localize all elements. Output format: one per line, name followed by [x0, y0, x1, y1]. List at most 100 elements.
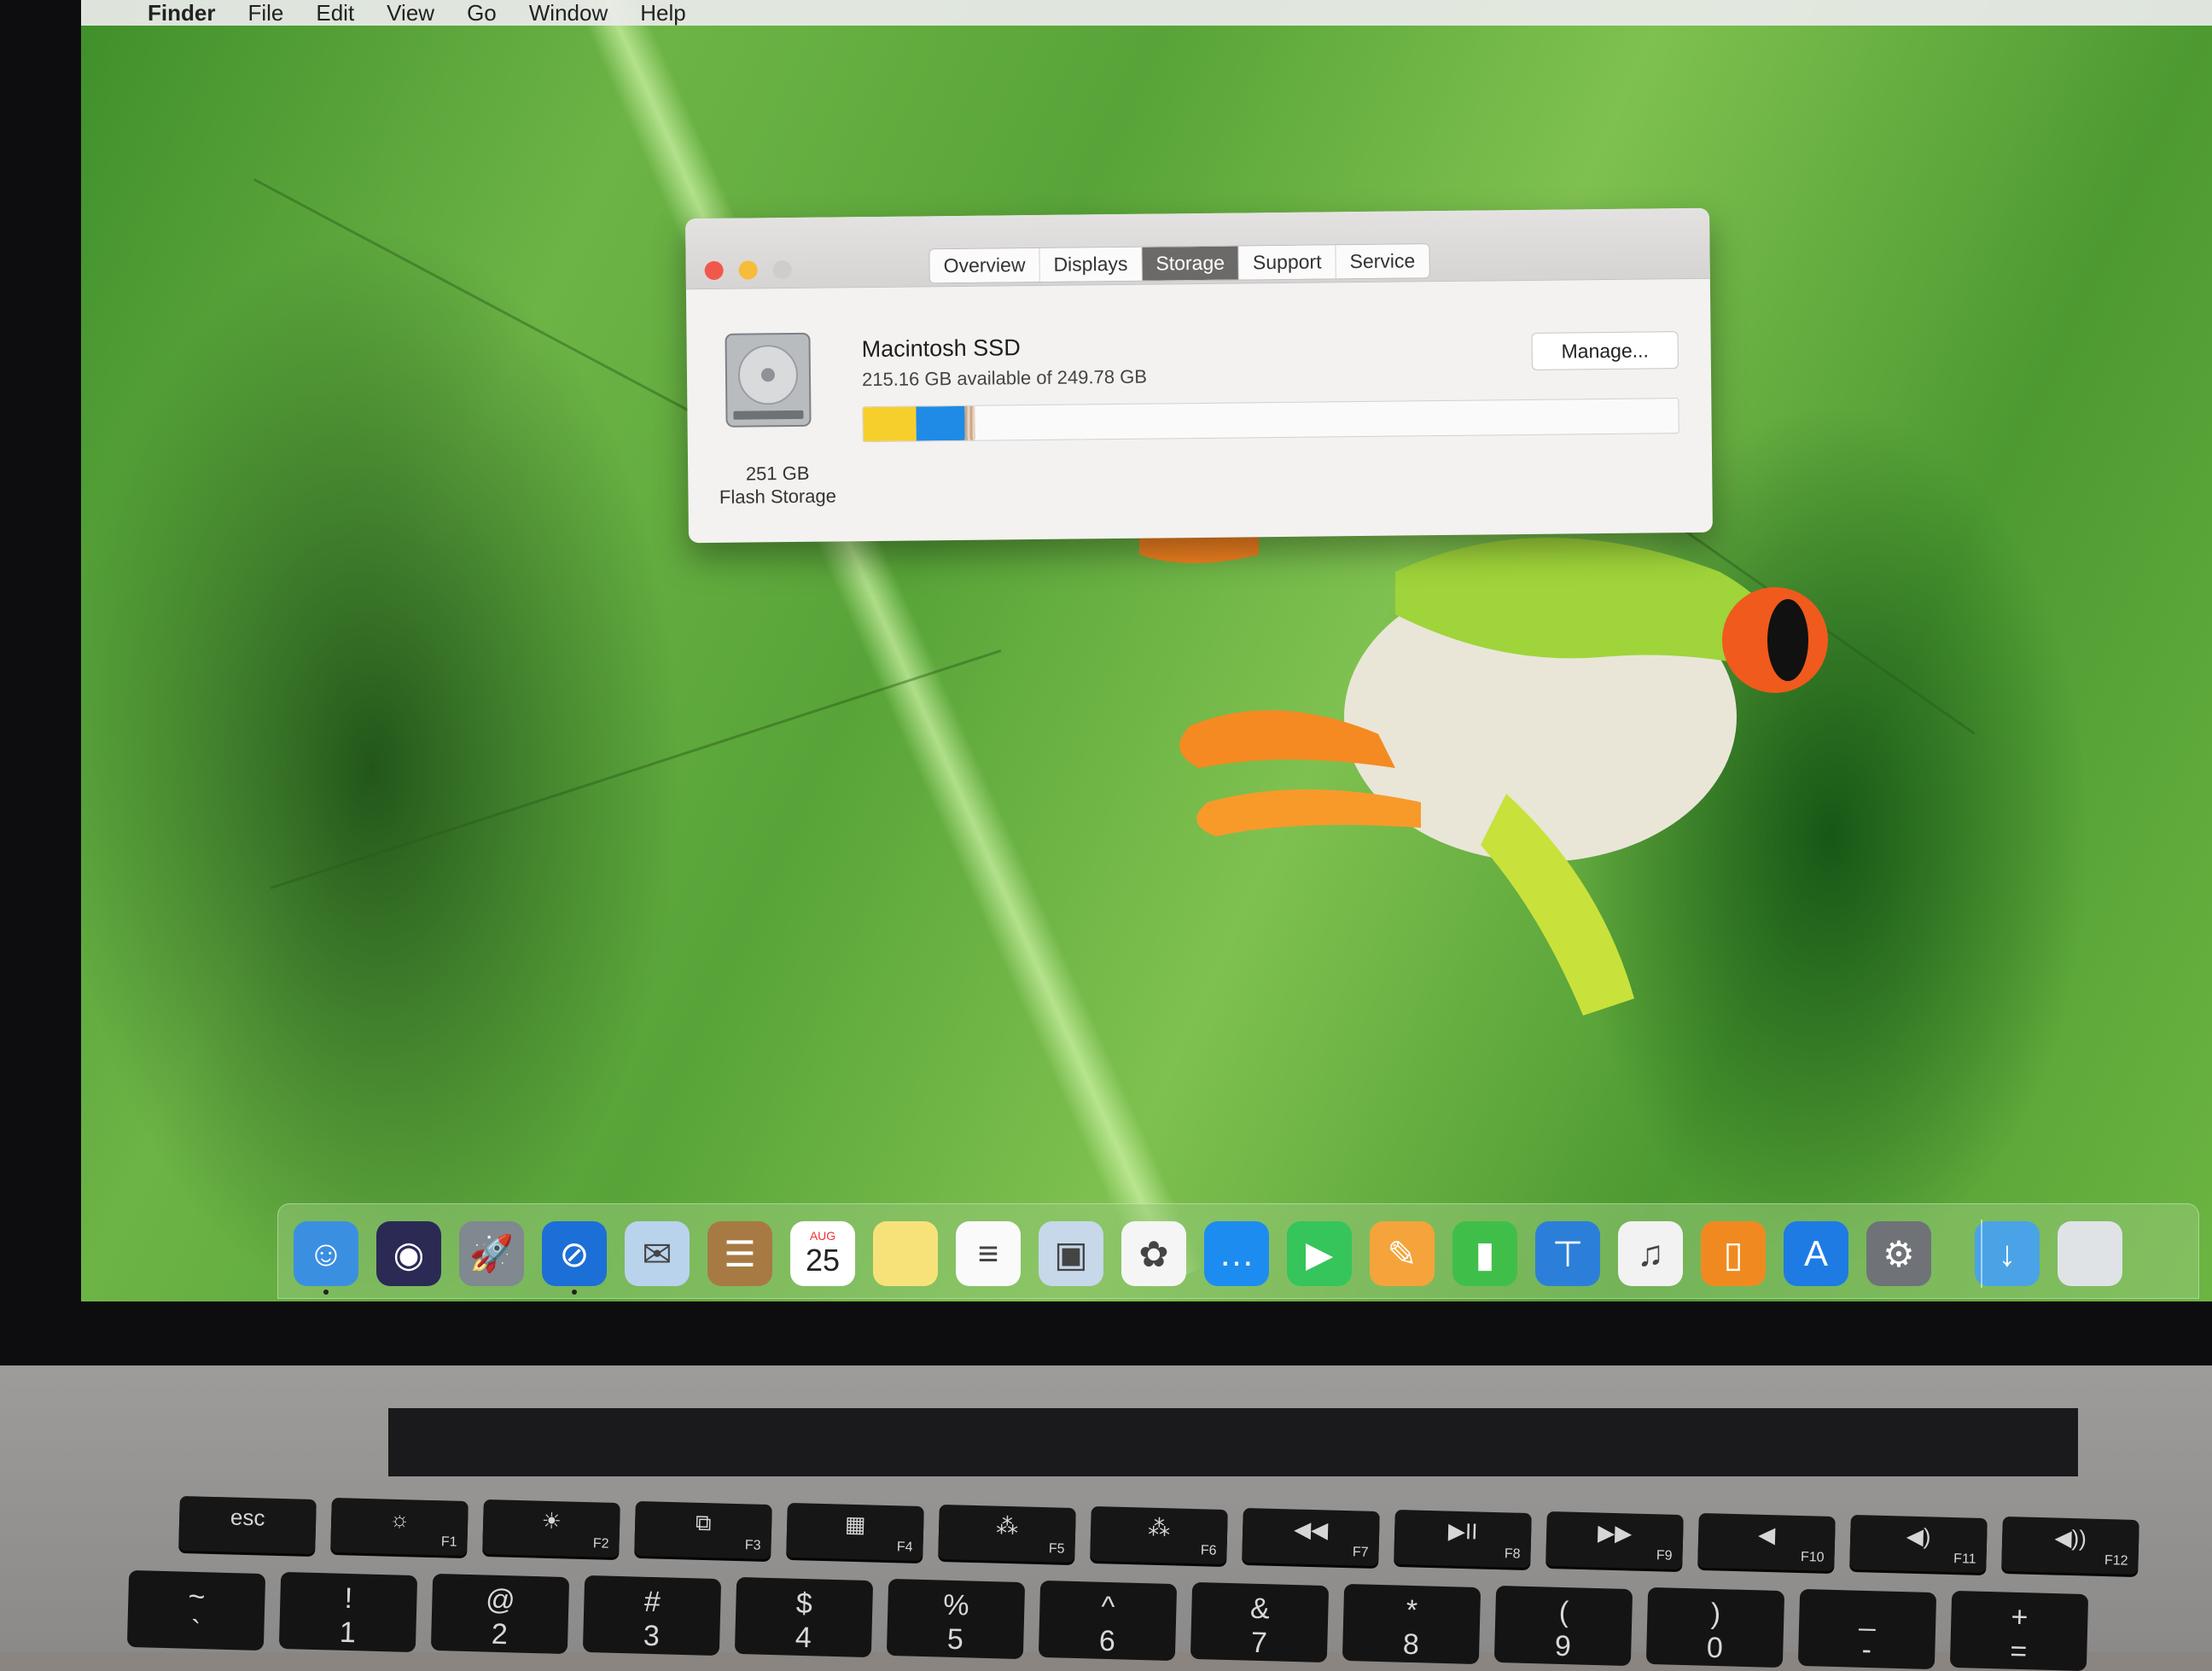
key-0[interactable]: ~ `: [126, 1569, 266, 1651]
key-fn-label: F7: [1352, 1545, 1369, 1560]
calendar-day: 25: [805, 1243, 841, 1278]
key-f8[interactable]: ▶II F8: [1394, 1509, 1532, 1569]
dock-systemprefs-icon[interactable]: ⚙: [1866, 1221, 1931, 1286]
key-main-symbol: 1: [339, 1616, 357, 1650]
dock-numbers-icon[interactable]: ▮: [1452, 1221, 1517, 1286]
key-f12[interactable]: ◀)) F12: [2001, 1516, 2139, 1575]
key-main-symbol: 0: [1706, 1631, 1724, 1665]
dock-finder-icon[interactable]: ☺: [294, 1221, 358, 1286]
key-9[interactable]: (9: [1493, 1585, 1633, 1667]
key-fn-label: F3: [744, 1538, 761, 1553]
key-symbol: ▶II: [1447, 1517, 1478, 1545]
key-6[interactable]: ^ 6: [1038, 1580, 1178, 1662]
key-12[interactable]: + =: [1949, 1590, 2089, 1671]
dock-running-indicator: [572, 1290, 577, 1295]
tab-service[interactable]: Service: [1336, 244, 1429, 279]
menu-window[interactable]: Window: [529, 0, 608, 26]
minimize-button[interactable]: [738, 260, 758, 280]
key-symbol: ◀: [1757, 1521, 1776, 1548]
key-f7[interactable]: ◀◀ F7: [1242, 1507, 1380, 1567]
wallpaper-vein: [270, 649, 1002, 889]
dock-siri-icon[interactable]: ◉: [376, 1221, 441, 1286]
key-esc[interactable]: esc: [178, 1495, 317, 1555]
key-symbol: ☀: [541, 1507, 562, 1534]
key-f2[interactable]: ☀ F2: [482, 1499, 620, 1558]
menu-file[interactable]: File: [247, 0, 283, 26]
dock-messages-icon[interactable]: …: [1204, 1221, 1269, 1286]
key-fn-label: F6: [1200, 1543, 1217, 1558]
key-1[interactable]: ! 1: [278, 1571, 418, 1653]
storage-segment-other[interactable]: [964, 405, 975, 440]
dock-safari-icon[interactable]: ⊘: [542, 1221, 607, 1286]
key-f9[interactable]: ▶▶ F9: [1545, 1511, 1684, 1570]
key-4[interactable]: $4: [734, 1576, 874, 1658]
calendar-month: AUG: [809, 1229, 836, 1243]
dock-ibooks-icon[interactable]: ▯: [1701, 1221, 1766, 1286]
menu-edit[interactable]: Edit: [316, 0, 354, 26]
key-symbol: ⁂: [1147, 1514, 1171, 1541]
key-10[interactable]: ) 0: [1645, 1587, 1785, 1668]
storage-segment-blue[interactable]: [916, 405, 966, 441]
key-main-symbol: 2: [491, 1617, 509, 1651]
disk-size-label: 251 GB: [745, 462, 810, 485]
key-f10[interactable]: ◀ F10: [1697, 1512, 1836, 1572]
tab-displays[interactable]: Displays: [1039, 247, 1143, 282]
menu-help[interactable]: Help: [640, 0, 685, 26]
key-2[interactable]: @2: [430, 1573, 570, 1655]
menu-view[interactable]: View: [387, 0, 434, 26]
key-main-symbol: `: [190, 1614, 201, 1648]
tab-support[interactable]: Support: [1238, 245, 1336, 280]
dock-calendar-icon[interactable]: AUG 25: [790, 1221, 855, 1286]
dock-running-indicator: [323, 1290, 329, 1295]
dock-keynote-icon[interactable]: ⊤: [1535, 1221, 1600, 1286]
dock-photos-icon[interactable]: ✿: [1121, 1221, 1186, 1286]
disk-type-label: Flash Storage: [719, 485, 837, 508]
zoom-button: [772, 259, 792, 280]
key-main-symbol: 3: [643, 1619, 661, 1653]
key-shift-symbol: _: [1859, 1598, 1877, 1633]
dock-contacts-icon[interactable]: ☰: [707, 1221, 772, 1286]
dock-launchpad-icon[interactable]: 🚀: [459, 1221, 524, 1286]
key-symbol: ▶▶: [1597, 1519, 1633, 1546]
key-shift-symbol: +: [2010, 1600, 2029, 1634]
tab-storage[interactable]: Storage: [1142, 246, 1240, 281]
key-f4[interactable]: ▦ F4: [786, 1502, 924, 1562]
key-f5[interactable]: ⁂ F5: [938, 1504, 1076, 1563]
dock-reminders-icon[interactable]: ≡: [956, 1221, 1021, 1286]
dock-mail-icon[interactable]: ✉: [625, 1221, 690, 1286]
key-5[interactable]: % 5: [886, 1578, 1026, 1660]
key-shift-symbol: *: [1406, 1593, 1418, 1627]
key-f11[interactable]: ◀) F11: [1849, 1514, 1988, 1574]
desktop[interactable]: [81, 0, 2212, 1301]
dock-downloads-folder-icon[interactable]: ↓: [1975, 1221, 2040, 1286]
key-fn-label: F10: [1800, 1550, 1825, 1565]
key-f1[interactable]: ☼ F1: [330, 1497, 469, 1557]
key-main-symbol: 6: [1098, 1624, 1116, 1658]
key-11[interactable]: _ -: [1797, 1588, 1937, 1670]
key-7[interactable]: & 7: [1190, 1581, 1330, 1663]
dock-pages-icon[interactable]: ✎: [1370, 1221, 1435, 1286]
key-symbol: ▦: [844, 1511, 866, 1538]
storage-usage-bar[interactable]: [862, 398, 1679, 443]
key-3[interactable]: #3: [582, 1575, 722, 1656]
wallpaper-leaf-midrib: [559, 0, 1204, 1292]
available-space-text: 215.16 GB available of 249.78 GB: [861, 365, 1148, 391]
dock-appstore-icon[interactable]: A: [1784, 1221, 1848, 1286]
menu-app-name[interactable]: Finder: [148, 0, 215, 26]
key-symbol: ◀◀: [1293, 1516, 1329, 1543]
dock-notes-icon[interactable]: [873, 1221, 938, 1286]
menu-go[interactable]: Go: [467, 0, 497, 26]
dock-itunes-icon[interactable]: ♫: [1618, 1221, 1683, 1286]
manage-button[interactable]: Manage...: [1531, 331, 1679, 370]
dock-photobooth-icon[interactable]: ▣: [1039, 1221, 1103, 1286]
dock-trash-icon[interactable]: [2058, 1221, 2122, 1286]
close-button[interactable]: [704, 260, 724, 281]
tab-overview[interactable]: Overview: [929, 247, 1040, 283]
key-symbol: esc: [230, 1504, 265, 1531]
key-f3[interactable]: ⧉ F3: [634, 1500, 772, 1560]
hard-drive-icon: [725, 332, 812, 428]
storage-segment-yellow[interactable]: [863, 406, 917, 442]
key-f6[interactable]: ⁂ F6: [1090, 1505, 1228, 1565]
dock-facetime-icon[interactable]: ▶: [1287, 1221, 1352, 1286]
window-titlebar[interactable]: Overview Displays Storage Support Servic…: [685, 207, 1710, 290]
